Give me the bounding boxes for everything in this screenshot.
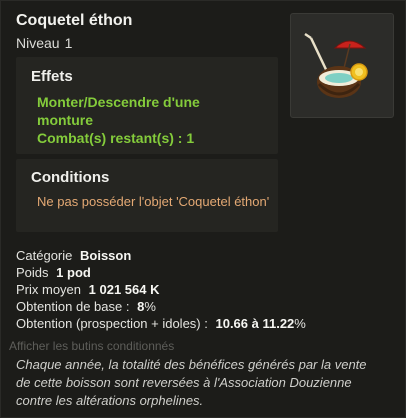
stat-label: Poids <box>16 265 49 280</box>
stat-value: 1 pod <box>56 265 91 280</box>
item-tooltip: Coquetel éthon Niveau 1 Effets Monter/Des… <box>0 0 406 418</box>
effects-section: Effets Monter/Descendre d'une monture Co… <box>16 57 278 154</box>
effect-line: Monter/Descendre d'une monture <box>37 94 200 128</box>
stat-label: Catégorie <box>16 248 73 263</box>
stat-category: Catégorie Boisson <box>16 247 396 264</box>
item-stats: Catégorie Boisson Poids 1 pod Prix moyen… <box>16 247 396 332</box>
stat-prospect-drop: Obtention (prospection + idoles) : 10.66… <box>16 315 396 332</box>
conditions-section: Conditions Ne pas posséder l'objet 'Coqu… <box>16 159 278 232</box>
effects-list: Monter/Descendre d'une monture Combat(s)… <box>37 93 257 147</box>
stat-value: 1 021 564 K <box>88 282 160 297</box>
effects-title: Effets <box>31 68 73 85</box>
coconut-cocktail-icon <box>304 32 368 98</box>
item-name: Coquetel éthon <box>16 12 133 29</box>
item-image-frame <box>290 13 394 118</box>
stat-label: Prix moyen <box>16 282 82 297</box>
conditions-title: Conditions <box>31 169 110 186</box>
stat-weight: Poids 1 pod <box>16 264 396 281</box>
stat-base-drop: Obtention de base : 8% <box>16 298 396 315</box>
level-label: Niveau <box>16 35 60 51</box>
show-drops-label: Afficher les butins conditionnés <box>9 339 175 353</box>
show-conditional-drops-toggle[interactable]: Afficher les butins conditionnés <box>1 339 239 353</box>
condition-line: Ne pas posséder l'objet 'Coquetel éthon' <box>37 194 270 209</box>
stat-label: Obtention (prospection + idoles) : <box>16 316 208 331</box>
item-description: Chaque année, la totalité des bénéfices … <box>16 357 367 408</box>
stat-unit: % <box>144 299 156 314</box>
effect-line: Combat(s) restant(s) : 1 <box>37 130 195 146</box>
stat-unit: % <box>294 316 306 331</box>
item-level: Niveau 1 <box>16 35 72 51</box>
stat-label: Obtention de base : <box>16 299 130 314</box>
stat-value: 10.66 à 11.22 <box>215 316 295 331</box>
level-value: 1 <box>64 35 73 51</box>
stat-price: Prix moyen 1 021 564 K <box>16 281 396 298</box>
stat-value: Boisson <box>80 248 132 263</box>
